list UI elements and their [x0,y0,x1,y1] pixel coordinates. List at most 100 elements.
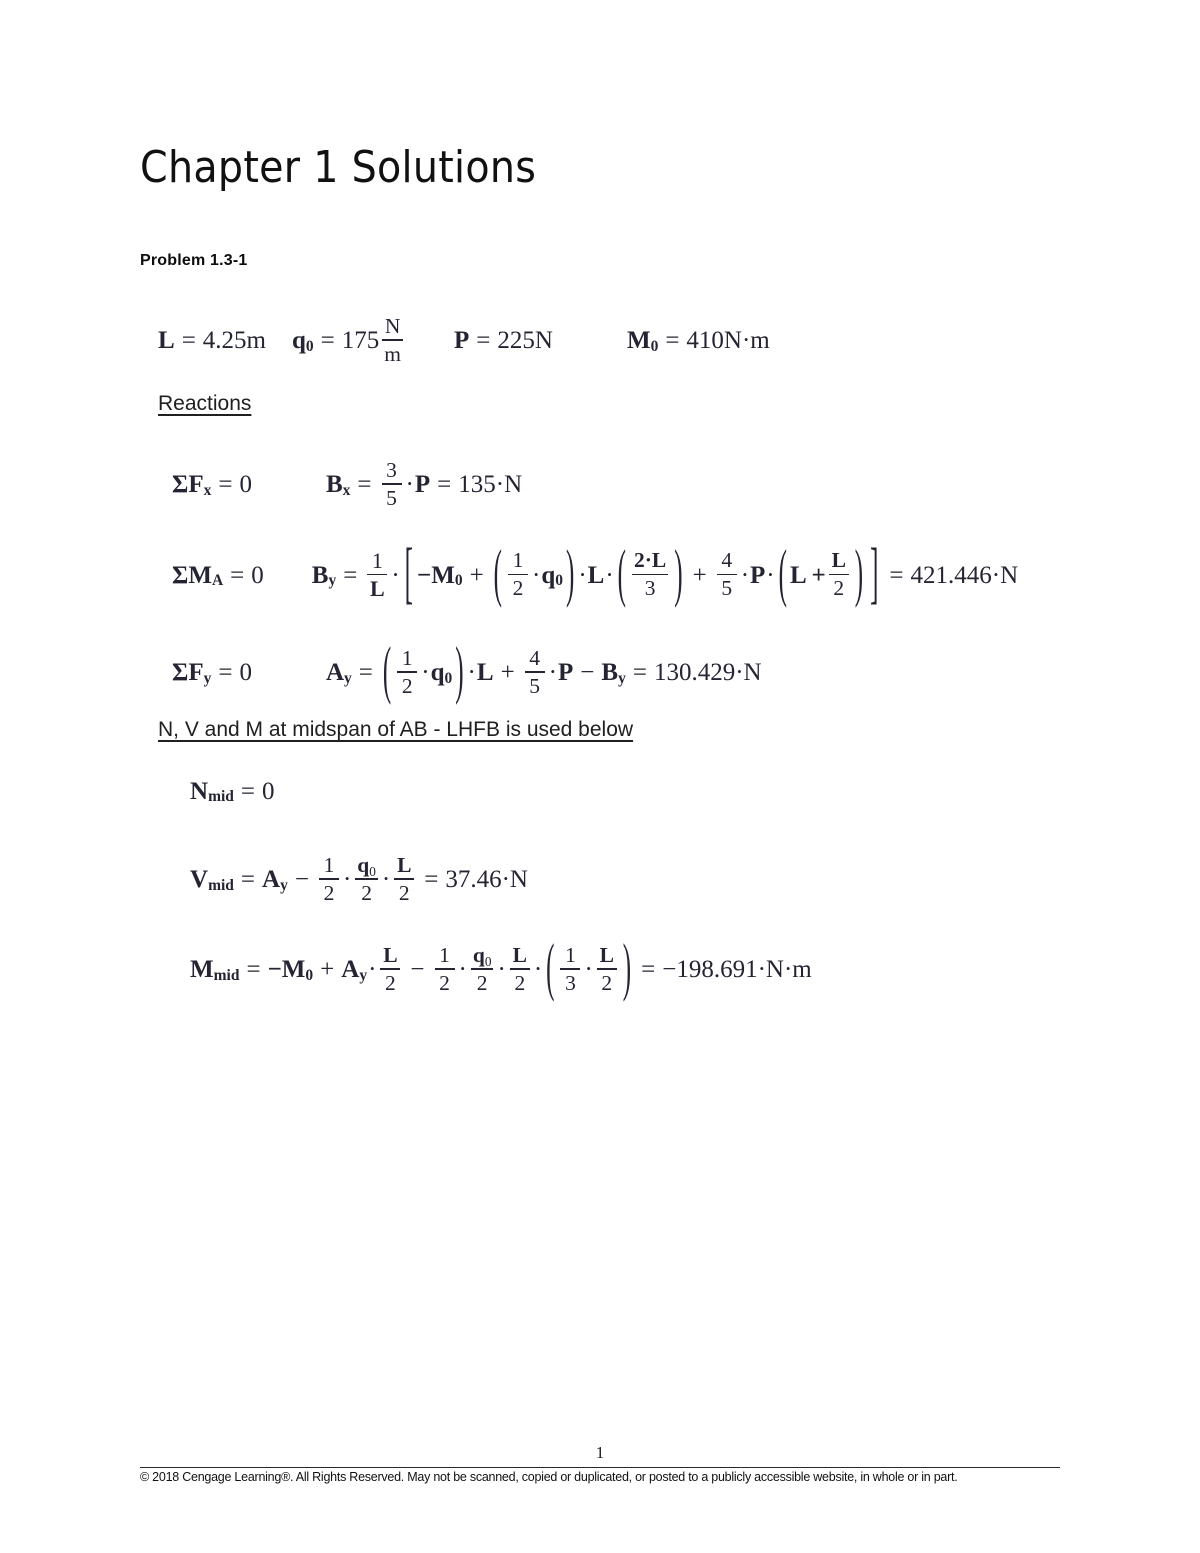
sum-ma-value: 0 [251,561,264,589]
variable-q0: q [472,942,485,967]
equals-sign: = [632,659,647,687]
fraction-bar [631,573,669,576]
plus-sign: + [692,561,707,589]
fraction-L-over-two: L 2 [380,943,401,995]
given-q0-subscript: 0 [305,337,314,355]
fraction-bar [596,968,617,970]
bx-symbol: B [325,471,343,499]
equation-m-mid: Mmid = −M 0 + Ay · L 2 − 1 2 · q0 2 · L 2… [190,934,812,1004]
multiplication-dot: · [467,659,476,687]
equation-sum-ma: ΣM A = 0 By = 1 L · [ −M 0 + ( 1 2 · q0 ) … [172,537,1019,612]
equals-sign: = [240,866,256,894]
n-mid-result: 0 [262,778,275,805]
multiplication-dot: · [740,561,750,589]
fraction-three-fifths: 3 5 [381,457,402,510]
fraction-four-fifths: 4 5 [716,549,737,601]
given-L-value: 4.25m [202,327,266,355]
fraction-numerator: q0 [355,852,378,878]
plus-sign: + [320,956,335,984]
fraction-one-third: 1 3 [560,943,581,995]
sum-ma-result: 421.446·N [910,561,1019,589]
unit-numerator: N [384,313,401,338]
equals-sign: = [665,327,680,355]
fraction-bar [524,671,545,673]
m-mid-symbol: M [190,956,214,984]
paren-open: ( [778,539,787,610]
section-heading-nvm: N, V and M at midspan of AB - LHFB is us… [158,718,634,741]
fraction-denominator: 5 [721,576,733,601]
fraction-bar [382,339,403,341]
fraction-denominator: 2 [514,970,526,995]
fraction-denominator: 5 [529,673,541,698]
equals-sign: = [218,659,233,687]
multiplication-dot: · [405,471,414,499]
given-q0-value: 175 [341,327,380,355]
variable-q0: q [357,852,370,877]
multiplication-dot: · [578,561,587,589]
variable-q0-subscript: 0 [555,572,563,590]
sum-fy-symbol: ΣF [172,659,204,687]
fraction-one-half: 1 2 [508,549,528,600]
v-mid-symbol: V [190,866,209,894]
equals-sign: = [641,956,656,984]
fraction-denominator: 3 [565,970,576,995]
equals-sign: = [218,471,233,499]
fraction-bar [560,968,581,970]
variable-By-subscript: y [618,669,626,687]
bracket-close: ] [870,537,879,612]
bracket-open: [ [404,537,413,612]
fraction-denominator: 2 [601,970,613,995]
multiplication-dot: · [342,866,352,894]
paren-close: ) [674,539,683,610]
multiplication-dot: · [421,659,430,687]
fraction-numerator: 2·L [633,548,667,573]
fraction-bar [380,968,401,970]
fraction-four-fifths: 4 5 [524,645,545,698]
fraction-bar [828,573,849,576]
problem-label: Problem 1.3-1 [140,252,248,269]
plus-sign: + [469,561,484,589]
ay-subscript: y [344,669,352,687]
multiplication-dot: · [584,956,593,984]
variable-L: L [587,561,605,589]
fraction-denominator: 2 [361,880,372,905]
equation-n-mid: Nmid = 0 [190,778,275,806]
paren-open: ( [382,636,392,708]
given-L-symbol: L [158,327,175,355]
givens-line: L = 4.25m q0 = 175 N m P = 225N M0 = 410… [158,313,770,367]
sum-fx-result: 135·N [458,471,523,499]
fraction-denominator: 2 [385,970,396,995]
variable-P: P [750,561,766,589]
equals-sign: = [181,327,196,355]
fraction-numerator: 1 [401,645,413,670]
fraction-denominator: 2 [398,880,410,905]
v-mid-result: 37.46·N [445,866,528,894]
page-number: 1 [595,1443,605,1462]
v-mid-subscript: mid [208,876,234,894]
by-symbol: B [311,561,329,589]
fraction-one-half: 1 2 [397,645,418,698]
fraction-numerator: 1 [371,547,383,573]
copyright-notice: © 2018 Cengage Learning®. All Rights Res… [140,1470,958,1484]
variable-q0-subscript: 0 [484,954,492,970]
fraction-denominator: 5 [386,485,397,510]
equals-sign: = [424,866,439,894]
fraction-numerator: 4 [529,645,541,670]
variable-P: P [558,659,574,687]
fraction-numerator: L [831,548,846,573]
variable-Ay: A [262,866,281,894]
paren-open: ( [617,539,626,610]
fraction-numerator: 1 [323,852,335,877]
fraction-bar [434,968,455,970]
multiplication-dot: · [458,956,467,984]
m-mid-result: −198.691·N·m [662,956,812,984]
equals-sign: = [437,471,452,499]
variable-By: B [601,659,619,687]
fraction-bar [394,878,415,880]
multiplication-dot: · [605,561,614,589]
variable-L: L [476,659,494,687]
variable-Ay-subscript: y [359,966,368,984]
fraction-numerator: 3 [386,457,397,482]
paren-open: ( [493,539,502,610]
equals-sign: = [230,561,245,589]
